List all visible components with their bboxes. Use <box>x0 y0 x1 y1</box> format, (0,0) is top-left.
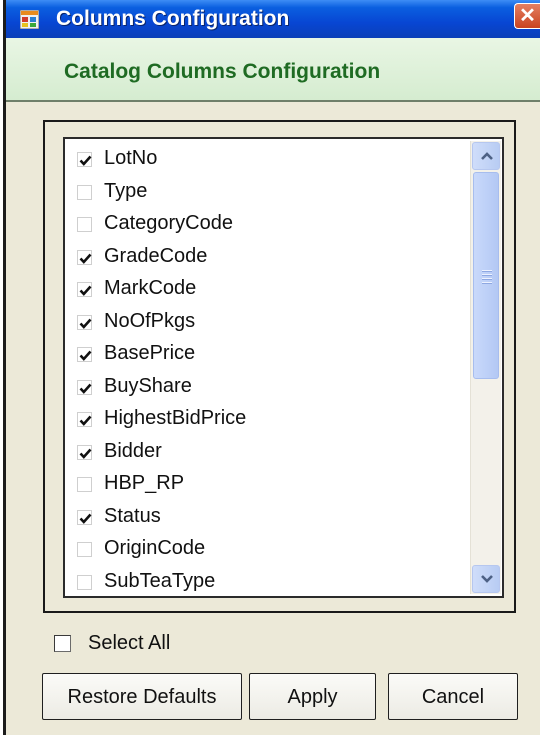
checkbox-unchecked[interactable] <box>77 184 92 200</box>
list-item[interactable]: HBP_RP <box>65 470 462 503</box>
checkbox-checked[interactable] <box>77 509 92 525</box>
scroll-grip-line <box>482 274 492 276</box>
list-item-label: BasePrice <box>104 342 196 364</box>
list-item[interactable]: LotNo <box>65 145 462 178</box>
select-all-box[interactable] <box>54 635 71 652</box>
chevron-down-icon <box>481 575 493 583</box>
checkbox-unchecked[interactable] <box>77 574 92 590</box>
list-item[interactable]: SubTeaType <box>65 568 462 597</box>
close-button[interactable]: ✕ <box>514 3 540 29</box>
list-item-label: NoOfPkgs <box>104 309 196 332</box>
list-item-label: HighestBidPrice <box>104 407 247 429</box>
list-item-label: GradeCode <box>104 244 208 267</box>
chevron-up-icon <box>481 152 493 160</box>
checkbox-unchecked[interactable] <box>77 542 92 557</box>
list-item-label: MarkCode <box>104 277 197 299</box>
checkbox-checked[interactable] <box>77 412 92 427</box>
select-all-label: Select All <box>88 632 171 654</box>
list-item[interactable]: Status <box>65 503 462 536</box>
close-icon: ✕ <box>519 5 536 27</box>
checkbox-checked[interactable] <box>77 347 92 362</box>
checkmark-icon <box>79 415 92 426</box>
list-item[interactable]: OriginCode <box>65 535 462 568</box>
list-item-label: SubTeaType <box>104 569 216 592</box>
title-bar[interactable]: Columns Configuration ✕ <box>6 0 540 38</box>
list-item[interactable]: CategoryCode <box>65 210 462 243</box>
list-item[interactable]: BasePrice <box>65 340 462 373</box>
columns-configuration-dialog: Columns Configuration ✕ Catalog Columns … <box>6 0 540 735</box>
list-item[interactable]: Type <box>65 178 462 211</box>
list-item[interactable]: MarkCode <box>65 275 462 308</box>
page-title: Catalog Columns Configuration <box>64 60 381 83</box>
cancel-button[interactable]: Cancel <box>388 673 518 720</box>
list-item[interactable]: NoOfPkgs <box>65 308 462 341</box>
checkbox-checked[interactable] <box>77 314 92 330</box>
scroll-thumb[interactable] <box>473 172 499 379</box>
apply-button[interactable]: Apply <box>249 673 376 720</box>
list-item-label: Type <box>104 179 148 202</box>
list-item-label: LotNo <box>104 147 158 169</box>
columns-group-box: LotNo Type CategoryCode GradeCode MarkCode No… <box>43 120 516 613</box>
list-item-label: Status <box>104 504 161 527</box>
checkmark-icon <box>79 383 92 394</box>
list-item-label: OriginCode <box>104 537 206 559</box>
columns-list-items: LotNo Type CategoryCode GradeCode MarkCode No… <box>65 145 462 597</box>
list-item-label: Bidder <box>104 439 162 462</box>
list-item[interactable]: HighestBidPrice <box>65 405 462 438</box>
vertical-scrollbar[interactable] <box>470 141 501 594</box>
scroll-grip-line <box>482 282 492 284</box>
columns-checked-list[interactable]: LotNo Type CategoryCode GradeCode MarkCode No… <box>63 137 504 598</box>
select-all-checkbox[interactable]: Select All <box>54 632 204 658</box>
list-item[interactable]: Bidder <box>65 438 462 471</box>
list-item-label: CategoryCode <box>104 212 233 234</box>
list-item[interactable]: GradeCode <box>65 243 462 276</box>
list-item-label: HBP_RP <box>104 472 185 494</box>
checkbox-checked[interactable] <box>77 379 92 395</box>
checkmark-icon <box>79 253 92 264</box>
checkmark-icon <box>79 285 92 296</box>
scroll-grip-line <box>482 270 492 272</box>
checkbox-checked[interactable] <box>77 444 92 460</box>
app-icon <box>19 9 40 30</box>
restore-defaults-button[interactable]: Restore Defaults <box>42 673 242 720</box>
list-item-label: BuyShare <box>104 374 192 397</box>
scroll-down-button[interactable] <box>472 565 500 593</box>
checkbox-checked[interactable] <box>77 282 92 297</box>
checkbox-checked[interactable] <box>77 152 92 167</box>
checkmark-icon <box>79 448 92 459</box>
checkmark-icon <box>79 318 92 329</box>
checkmark-icon <box>79 350 92 361</box>
checkmark-icon <box>79 513 92 524</box>
checkbox-checked[interactable] <box>77 249 92 265</box>
scroll-up-button[interactable] <box>472 142 500 170</box>
header-panel: Catalog Columns Configuration <box>6 38 540 102</box>
scroll-grip-line <box>482 278 492 280</box>
checkbox-unchecked[interactable] <box>77 217 92 232</box>
checkbox-unchecked[interactable] <box>77 477 92 492</box>
checkmark-icon <box>79 155 92 166</box>
list-item[interactable]: BuyShare <box>65 373 462 406</box>
window-title: Columns Configuration <box>56 7 290 30</box>
